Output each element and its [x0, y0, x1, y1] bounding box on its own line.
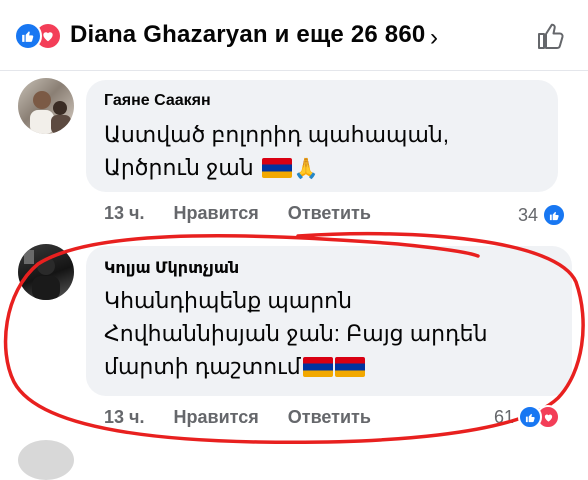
comment-bubble: Гаяне Саакян Աստված բոլորիդ պահապան, Արծ… [86, 80, 558, 192]
comment-reply-button[interactable]: Ответить [288, 203, 371, 223]
comment-text-line: Աստված բոլորիդ պահապան, [104, 122, 449, 147]
like-button[interactable] [535, 20, 567, 52]
like-icon [14, 22, 42, 50]
comment-time[interactable]: 13 ч. [104, 203, 144, 223]
comment-author[interactable]: Гаяне Саакян [104, 92, 211, 110]
comment-like-button[interactable]: Нравится [174, 203, 259, 223]
armenia-flag-icon [261, 158, 292, 178]
praying-hands-icon: 🙏 [293, 158, 319, 180]
reaction-icons [14, 22, 64, 50]
chevron-right-icon[interactable]: › [430, 24, 438, 52]
avatar[interactable] [18, 78, 74, 134]
like-icon [518, 405, 543, 429]
reactions-header[interactable]: Diana Ghazaryan и еще 26 860 › [0, 0, 588, 71]
red-annotation-circle [3, 231, 585, 445]
comment-text-line: Արծրուն ջան [104, 155, 254, 180]
comment-actions: 13 ч. Нравится Ответить [104, 203, 395, 224]
comment-text: Աստված բոլորիդ պահապան, Արծրուն ջան 🙏 [104, 118, 449, 186]
comment-text-line-group: Արծրուն ջան 🙏 [104, 151, 449, 186]
avatar[interactable] [18, 440, 74, 480]
reactions-summary-text[interactable]: Diana Ghazaryan и еще 26 860 [70, 21, 425, 49]
thumbs-up-icon [538, 23, 564, 49]
